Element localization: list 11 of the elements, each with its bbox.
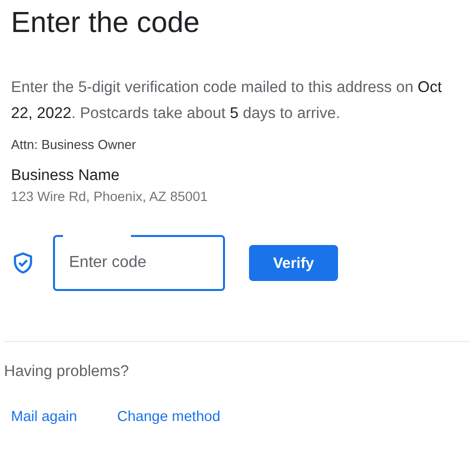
business-name: Business Name	[11, 167, 121, 185]
page-title: Enter the code	[10, 6, 201, 41]
attention-line: Attn: Business Owner	[11, 137, 137, 152]
shield-check-icon	[13, 252, 33, 274]
help-heading: Having problems?	[4, 363, 130, 381]
text-link[interactable]: Mail again	[11, 409, 78, 425]
business-address: 123 Wire Rd, Phoenix, AZ 85001	[11, 189, 209, 204]
text-link[interactable]: Change method	[117, 409, 220, 425]
instructions-text: Enter the 5-digit verification code mailed to this address on Oct 22, 2022. Postcards take about 5 days to arrive.	[11, 78, 443, 124]
code-input-field[interactable]: Enter code	[53, 235, 225, 291]
verify-button[interactable]: Verify	[249, 245, 338, 281]
